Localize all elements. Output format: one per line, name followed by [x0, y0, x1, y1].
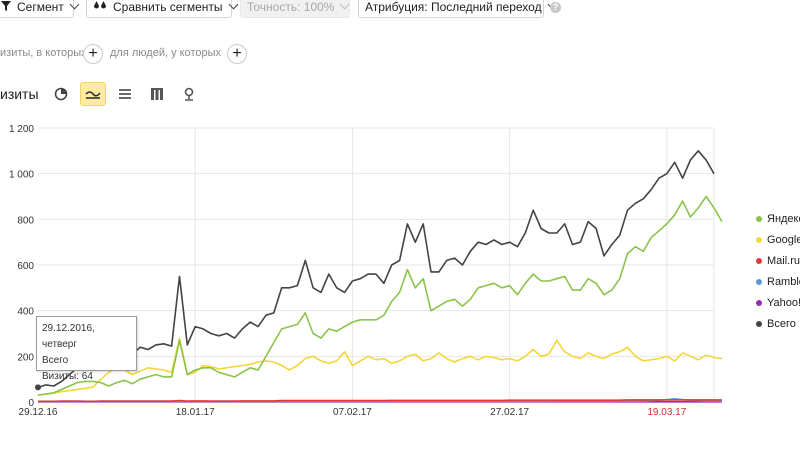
series-line	[37, 195, 723, 396]
y-tick-label: 600	[17, 261, 34, 272]
legend-dot-icon	[756, 321, 762, 327]
tooltip-date: 29.12.2016, четверг	[42, 323, 95, 350]
x-tick-label: 07.02.17	[333, 407, 372, 418]
x-tick-label: 19.03.17	[647, 407, 686, 418]
legend-label: Yahoo!	[767, 297, 800, 309]
legend-item[interactable]: Mail.ru	[756, 255, 800, 267]
x-tick-label: 29.12.16	[19, 407, 58, 418]
x-tick-label: 18.01.17	[176, 407, 215, 418]
x-tick-label: 27.02.17	[490, 407, 529, 418]
y-axis-ticks: 02004006008001 0001 200	[9, 124, 34, 409]
legend-label: Яндекс	[767, 213, 800, 225]
legend-dot-icon	[756, 237, 762, 243]
legend-dot-icon	[756, 216, 762, 222]
x-axis-ticks: 29.12.16 18.01.17 07.02.17 27.02.17 19.03.17	[19, 407, 687, 418]
legend-item[interactable]: Google	[756, 234, 800, 246]
series-line	[37, 150, 715, 389]
y-tick-label: 200	[17, 352, 34, 363]
legend-item[interactable]: Yahoo!	[756, 297, 800, 309]
y-tick-label: 1 000	[9, 170, 34, 181]
legend-label: Google	[767, 234, 800, 246]
legend-item[interactable]: Яндекс	[756, 213, 800, 225]
legend-label: Rambler	[767, 276, 800, 288]
tooltip-value: Визиты: 64	[42, 371, 93, 382]
legend-item[interactable]: Rambler	[756, 276, 800, 288]
y-tick-label: 1 200	[9, 124, 34, 135]
chart-tooltip: 29.12.2016, четверг Всего Визиты: 64	[36, 316, 137, 382]
legend-dot-icon	[756, 279, 762, 285]
legend-item[interactable]: Всего	[756, 318, 796, 330]
chart-grid	[38, 127, 715, 403]
tooltip-series: Всего	[42, 355, 69, 366]
legend-dot-icon	[756, 258, 762, 264]
legend-dot-icon	[756, 300, 762, 306]
legend-label: Всего	[767, 318, 796, 330]
y-tick-label: 400	[17, 307, 34, 318]
y-tick-label: 800	[17, 215, 34, 226]
chart-series	[35, 150, 723, 403]
legend-label: Mail.ru	[767, 255, 800, 267]
highlight-point	[35, 384, 41, 391]
